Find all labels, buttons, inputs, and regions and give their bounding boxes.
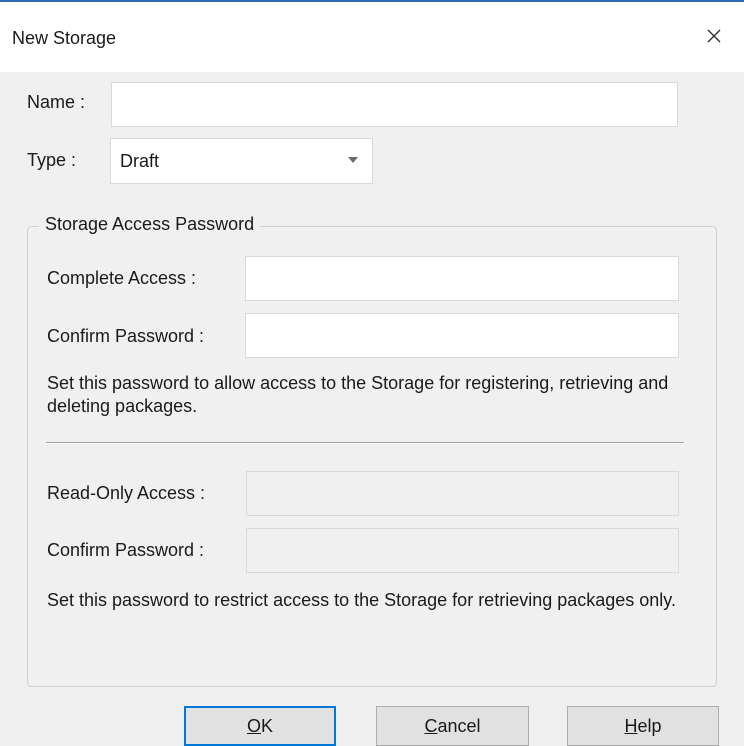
- dialog-title: New Storage: [12, 28, 117, 48]
- cancel-label-rest: ancel: [437, 715, 481, 736]
- cancel-button[interactable]: Cancel: [376, 706, 529, 746]
- complete-access-help-text: Set this password to allow access to the…: [47, 373, 669, 416]
- ok-mnemonic: O: [246, 715, 261, 736]
- type-select-value: Draft: [120, 151, 160, 171]
- readonly-access-help-text: Set this password to restrict access to …: [47, 590, 676, 610]
- name-label: Name :: [27, 92, 86, 112]
- ok-label-rest: K: [261, 715, 274, 736]
- confirm-readonly-password-input[interactable]: [246, 528, 679, 573]
- help-label-rest: elp: [637, 715, 662, 736]
- ok-button[interactable]: OK: [184, 706, 336, 746]
- confirm-password-label: Confirm Password :: [47, 540, 205, 560]
- complete-access-label: Complete Access :: [47, 268, 197, 288]
- confirm-complete-password-input[interactable]: [245, 313, 679, 358]
- cancel-mnemonic: C: [424, 715, 438, 736]
- close-icon: [707, 29, 721, 43]
- readonly-access-label: Read-Only Access :: [47, 483, 206, 503]
- chevron-down-icon: [348, 157, 358, 163]
- confirm-password-label: Confirm Password :: [47, 326, 205, 346]
- group-legend: Storage Access Password: [39, 214, 261, 235]
- help-mnemonic: H: [624, 715, 638, 736]
- help-button[interactable]: Help: [567, 706, 719, 746]
- title-bar[interactable]: New Storage: [0, 2, 744, 72]
- new-storage-dialog: New Storage Name : Type : Draft Storage …: [0, 0, 744, 746]
- close-button[interactable]: [696, 18, 732, 54]
- name-input[interactable]: [111, 82, 678, 127]
- readonly-access-input[interactable]: [246, 471, 679, 516]
- divider: [46, 442, 684, 444]
- type-label: Type :: [27, 150, 77, 170]
- type-select[interactable]: Draft: [110, 138, 373, 184]
- complete-access-input[interactable]: [245, 256, 679, 301]
